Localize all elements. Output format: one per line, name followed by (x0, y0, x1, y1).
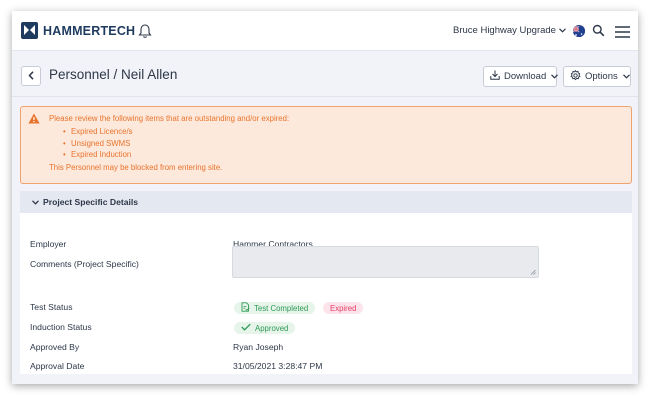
expired-badge: Expired (323, 302, 364, 314)
list-item: Expired Induction (63, 149, 133, 161)
checkmark-icon (241, 323, 255, 333)
induction-status-label: Induction Status (30, 322, 92, 332)
list-item: Expired Licence/s (63, 126, 132, 138)
warning-icon (28, 113, 40, 126)
top-navigation: HAMMERTECH Bruce Highway Upgrade (12, 11, 638, 51)
hammertech-logo-icon (21, 22, 38, 39)
document-check-icon (241, 302, 254, 314)
download-button[interactable]: Download (483, 66, 559, 87)
test-completed-label: Test Completed (254, 303, 309, 313)
logo-text: HAMMERTECH (43, 23, 136, 38)
test-completed-badge: Test Completed (234, 302, 316, 314)
comments-label: Comments (Project Specific) (30, 259, 139, 269)
section-header-toggle[interactable]: Project Specific Details (20, 191, 632, 213)
alert-items: Expired Licence/s Unsigned SWMS Expired … (63, 126, 133, 161)
approval-date-label: Approval Date (30, 361, 85, 371)
project-specific-details-card: Project Specific Details Employer Hammer… (20, 191, 632, 374)
induction-approved-label: Approved (255, 323, 289, 333)
comments-textarea (232, 246, 539, 278)
project-name: Bruce Highway Upgrade (453, 25, 556, 36)
download-icon (490, 70, 504, 83)
chevron-down-icon (622, 71, 634, 82)
app-window: HAMMERTECH Bruce Highway Upgrade Personn… (12, 11, 638, 384)
hamburger-menu-icon[interactable] (615, 25, 630, 38)
alert-footer: This Personnel may be blocked from enter… (49, 163, 223, 172)
approval-date-value: 31/05/2021 3:28:47 PM (233, 361, 323, 371)
logo[interactable]: HAMMERTECH (21, 22, 135, 39)
download-label: Download (504, 71, 547, 82)
options-label: Options (585, 71, 618, 82)
back-button[interactable] (21, 66, 41, 86)
project-selector[interactable]: Bruce Highway Upgrade (453, 25, 566, 36)
employer-label: Employer (30, 239, 67, 249)
approved-by-label: Approved By (30, 342, 80, 352)
chevron-down-icon (559, 25, 566, 36)
gear-icon (570, 69, 585, 84)
page-header: Personnel / Neil Allen Download Options (12, 51, 638, 97)
list-item: Unsigned SWMS (63, 138, 133, 150)
alert-message: Please review the following items that a… (49, 114, 290, 123)
test-status-label: Test Status (30, 302, 73, 312)
warning-alert: Please review the following items that a… (20, 106, 632, 184)
chevron-down-icon (551, 71, 562, 82)
induction-approved-badge: Approved (234, 322, 296, 334)
chevron-down-icon (32, 197, 43, 207)
expired-label: Expired (330, 303, 357, 313)
search-icon[interactable] (592, 24, 605, 37)
section-title: Project Specific Details (43, 197, 139, 207)
page-title: Personnel / Neil Allen (49, 67, 178, 82)
options-button[interactable]: Options (563, 66, 631, 87)
approved-by-value: Ryan Joseph (233, 342, 284, 352)
australia-flag-icon[interactable] (573, 25, 585, 37)
chevron-left-icon (27, 67, 35, 85)
bell-icon[interactable] (138, 23, 152, 39)
